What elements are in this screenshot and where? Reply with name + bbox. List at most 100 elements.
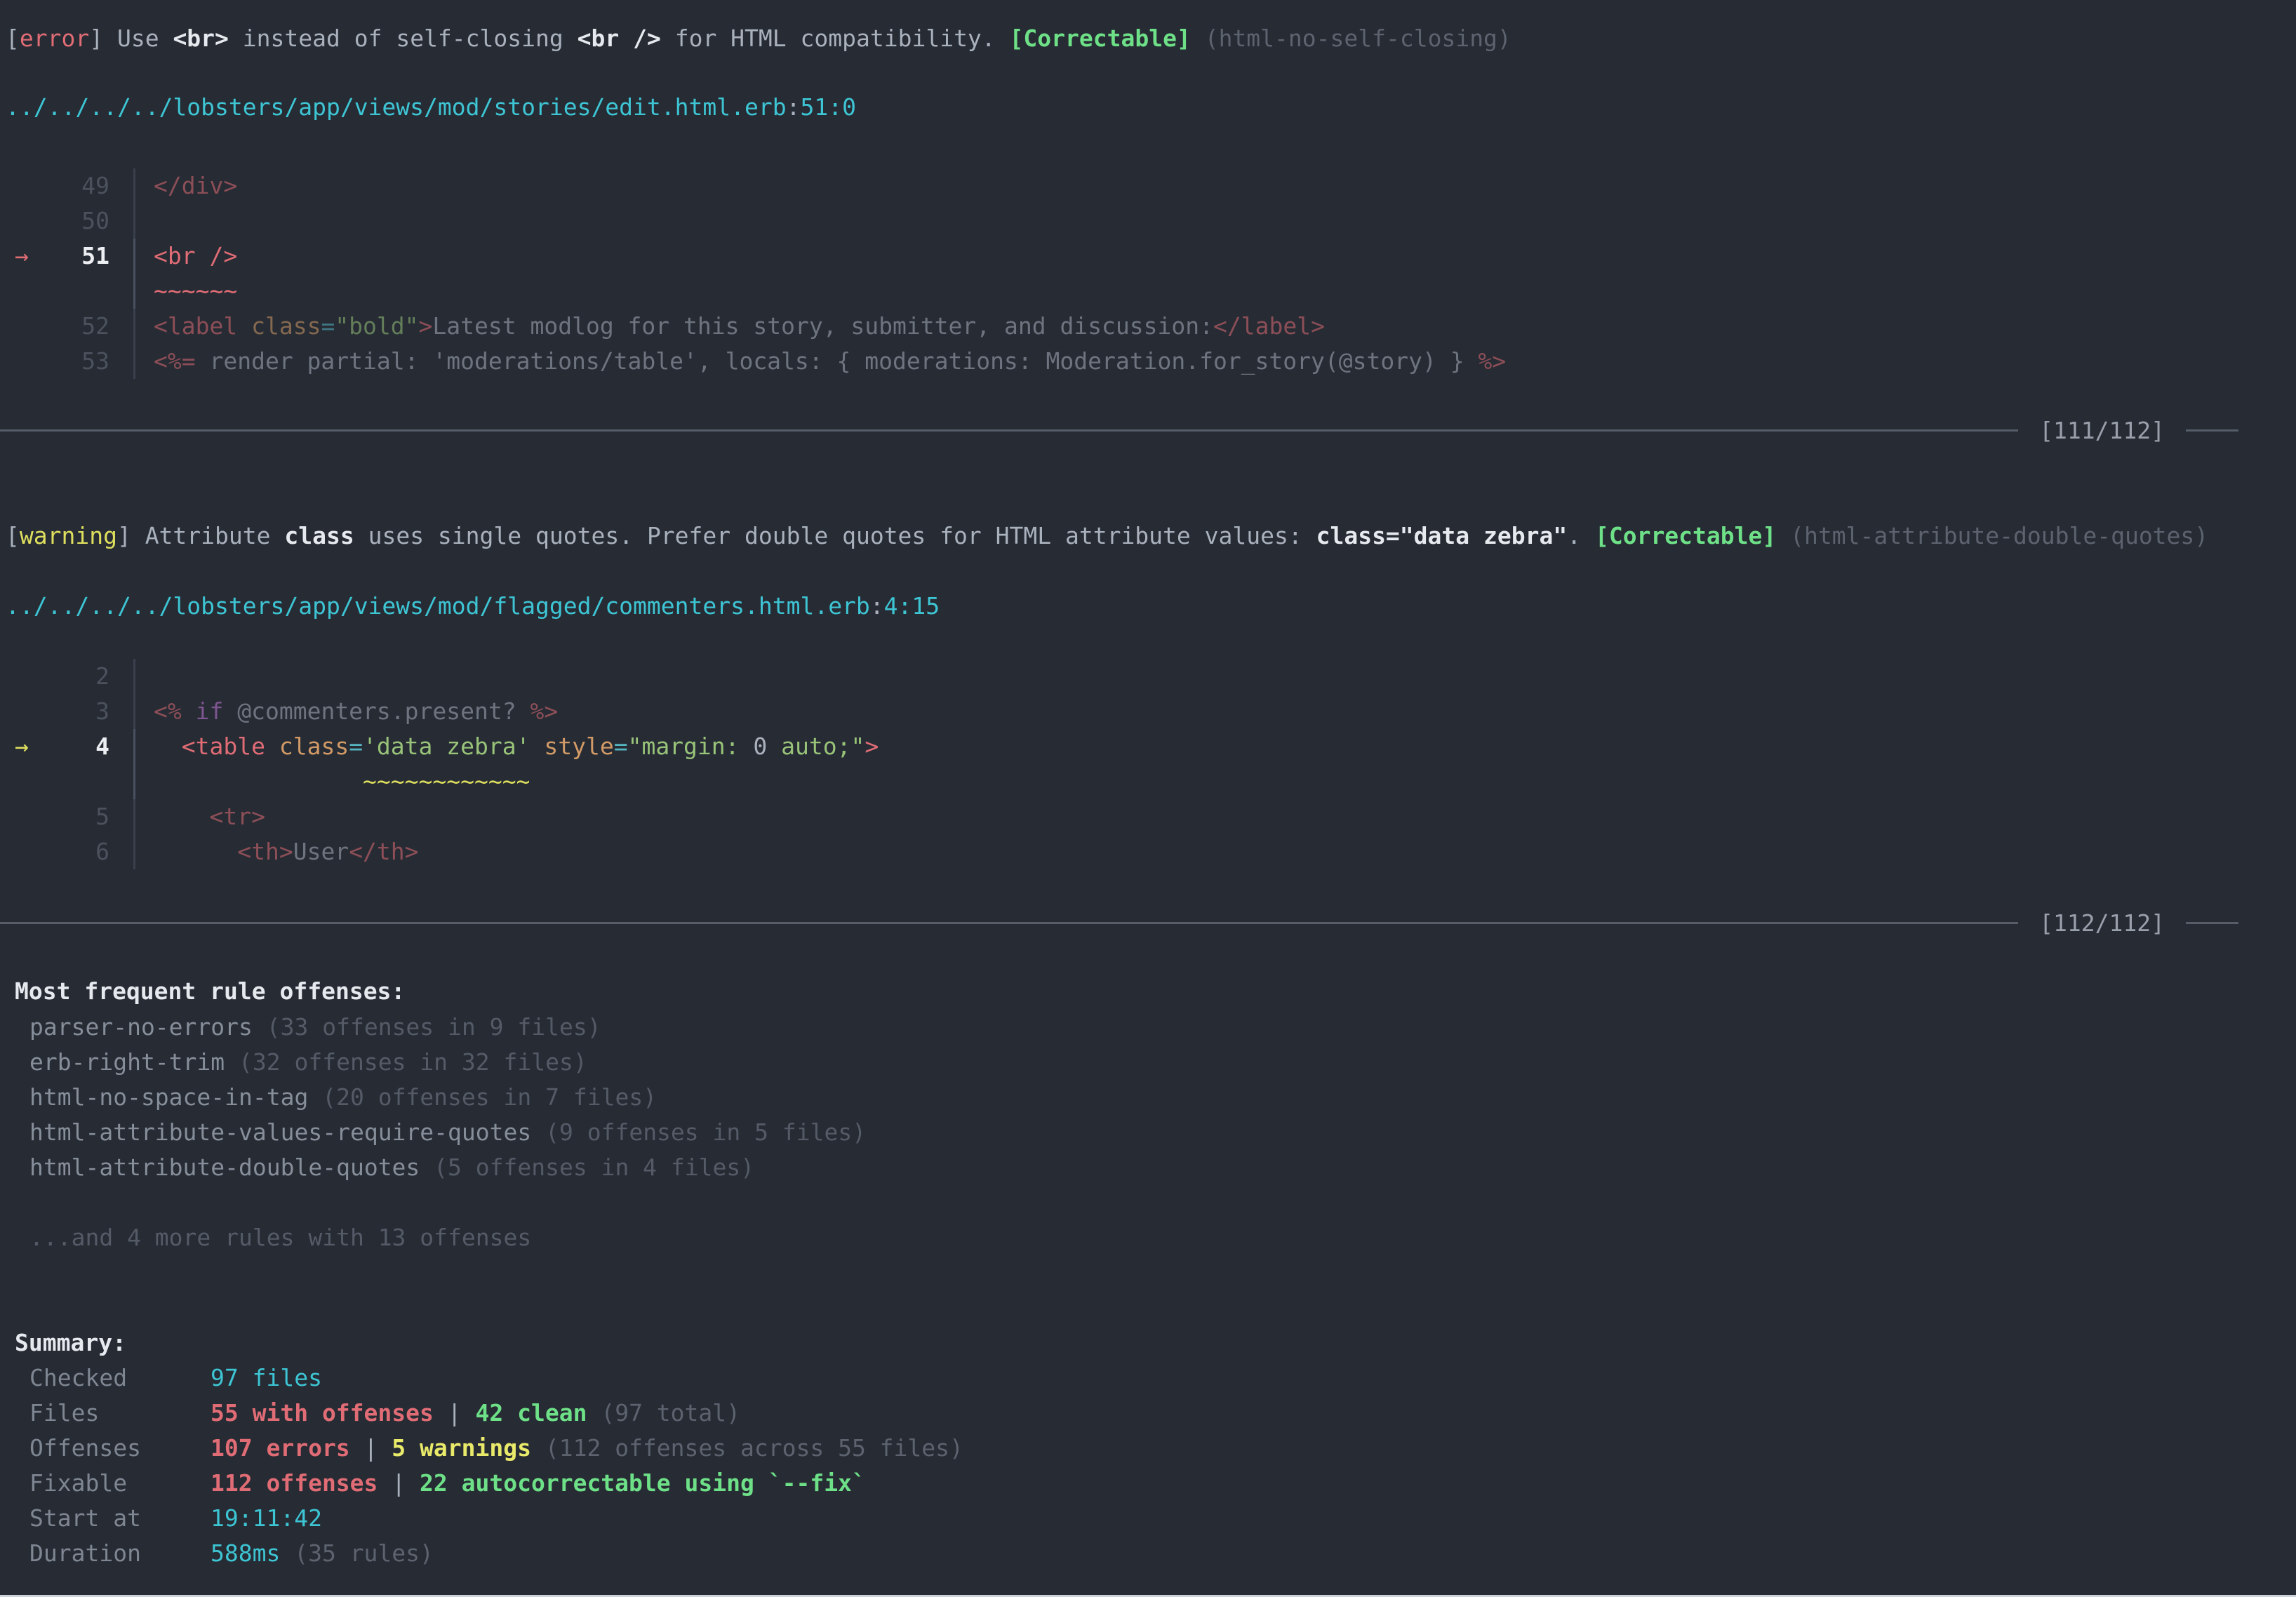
- code-text: [133, 203, 2296, 239]
- token: |: [434, 1399, 476, 1426]
- divider-line: [0, 429, 2018, 432]
- token: 'data zebra': [363, 733, 530, 760]
- arrow-spacer: [0, 834, 43, 869]
- token: >: [419, 312, 433, 340]
- token: =: [321, 312, 335, 340]
- code-line: 53<%= render partial: 'moderations/table…: [0, 344, 2296, 379]
- offense-warning-message: [warning] Attribute class uses single qu…: [0, 519, 2296, 554]
- token: (112 offenses across 55 files): [545, 1434, 963, 1462]
- line-number: 51: [43, 239, 109, 274]
- token: style: [544, 733, 613, 760]
- rule-name: html-no-space-in-tag: [29, 1083, 308, 1111]
- token: [587, 1399, 601, 1426]
- offense-error-message: [error] Use <br> instead of self-closing…: [0, 21, 2296, 56]
- token: :: [870, 592, 884, 620]
- token: class: [284, 522, 354, 549]
- summary-row-checked: Checked 97 files: [0, 1361, 2296, 1396]
- token: (35 rules): [294, 1539, 434, 1567]
- summary-row-offenses: Offenses 107 errors | 5 warnings (112 of…: [0, 1431, 2296, 1466]
- token: <label: [154, 312, 237, 340]
- token: 5 warnings: [392, 1434, 531, 1462]
- token: [265, 733, 279, 760]
- line-number: 4: [43, 729, 109, 764]
- summary-row-start-at: Start at 19:11:42: [0, 1501, 2296, 1536]
- summary-label: Start at: [0, 1501, 211, 1536]
- code-text: <label class="bold">Latest modlog for th…: [133, 309, 2296, 344]
- token: |: [378, 1469, 420, 1497]
- token: ../../../../lobsters/app/views/mod/stori…: [6, 93, 787, 121]
- token: <br>: [173, 25, 228, 52]
- token: if: [196, 697, 224, 725]
- rule-name: html-attribute-double-quotes: [29, 1154, 420, 1181]
- summary-value: 97 files: [211, 1361, 2296, 1396]
- summary-label: Files: [0, 1396, 211, 1431]
- code-line-highlighted: →4 <table class='data zebra' style="marg…: [0, 729, 2296, 764]
- offense-error-code-snippet: 49</div>50→51<br />~~~~~~52<label class=…: [0, 168, 2296, 379]
- token: =: [614, 733, 628, 760]
- arrow-spacer: [0, 168, 43, 203]
- progress-divider-2: [112/112]: [0, 905, 2296, 940]
- token: uses single quotes. Prefer double quotes…: [354, 522, 1316, 549]
- token: class: [251, 312, 321, 340]
- token: auto;": [767, 733, 865, 760]
- divider-line: [2186, 429, 2238, 432]
- token: [154, 733, 182, 760]
- summary-label: Offenses: [0, 1431, 211, 1466]
- code-line: 3<% if @commenters.present? %>: [0, 694, 2296, 729]
- token: 51:0: [800, 93, 855, 121]
- token: ~~~~~~~~~~~~: [363, 768, 530, 795]
- progress-divider-1: [111/112]: [0, 413, 2296, 448]
- token: 0: [753, 733, 767, 760]
- token: (97 total): [601, 1399, 740, 1426]
- token: 97 files: [211, 1364, 322, 1391]
- token: [530, 733, 544, 760]
- line-number: 5: [43, 799, 109, 834]
- token: <th>: [237, 838, 293, 865]
- token: "margin:: [628, 733, 754, 760]
- code-text: <br />: [133, 239, 2296, 274]
- progress-counter: [111/112]: [2039, 417, 2165, 444]
- token: ] Use: [89, 25, 173, 52]
- rule-offense-row: html-no-space-in-tag (20 offenses in 7 f…: [0, 1080, 2296, 1115]
- token: ] Attribute: [117, 522, 284, 549]
- summary-value: 55 with offenses | 42 clean (97 total): [211, 1396, 2296, 1431]
- offense-warning-location: ../../../../lobsters/app/views/mod/flagg…: [0, 589, 2296, 624]
- rule-offense-count: (5 offenses in 4 files): [420, 1154, 754, 1181]
- token: (html-attribute-double-quotes): [1790, 522, 2208, 549]
- token: [Correctable]: [1595, 522, 1776, 549]
- token: =: [349, 733, 363, 760]
- token: <br />: [154, 242, 237, 269]
- token: %>: [530, 697, 558, 725]
- code-line: 2: [0, 659, 2296, 694]
- squiggle-underline-line: ~~~~~~: [0, 274, 2296, 309]
- summary-value: 107 errors | 5 warnings (112 offenses ac…: [211, 1431, 2296, 1466]
- token: 588ms: [211, 1539, 280, 1567]
- code-text: </div>: [133, 168, 2296, 203]
- token: warning: [20, 522, 117, 549]
- rule-offense-count: (33 offenses in 9 files): [253, 1013, 601, 1041]
- code-text: <% if @commenters.present? %>: [133, 694, 2296, 729]
- token: 19:11:42: [211, 1504, 322, 1532]
- token: </th>: [349, 838, 418, 865]
- arrow-spacer: [0, 659, 43, 694]
- squiggle-underline-line: ~~~~~~~~~~~~: [0, 764, 2296, 799]
- token: @commenters.present?: [223, 697, 530, 725]
- summary-row-files: Files 55 with offenses | 42 clean (97 to…: [0, 1396, 2296, 1431]
- token: .: [1567, 522, 1595, 549]
- line-number: [43, 764, 109, 799]
- arrow-spacer: [0, 203, 43, 239]
- code-text: <th>User</th>: [133, 834, 2296, 869]
- line-number: 52: [43, 309, 109, 344]
- summary-label: Checked: [0, 1361, 211, 1396]
- summary-row-fixable: Fixable 112 offenses | 22 autocorrectabl…: [0, 1466, 2296, 1501]
- rule-offense-row: erb-right-trim (32 offenses in 32 files): [0, 1045, 2296, 1080]
- token: [1776, 522, 1790, 549]
- line-number: 50: [43, 203, 109, 239]
- progress-counter: [112/112]: [2039, 909, 2165, 937]
- token: 107 errors: [211, 1434, 350, 1462]
- divider-line: [2186, 922, 2238, 924]
- token: %>: [1478, 347, 1506, 375]
- token: [: [6, 522, 20, 549]
- token: class="data zebra": [1316, 522, 1568, 549]
- offense-error-location: ../../../../lobsters/app/views/mod/stori…: [0, 90, 2296, 125]
